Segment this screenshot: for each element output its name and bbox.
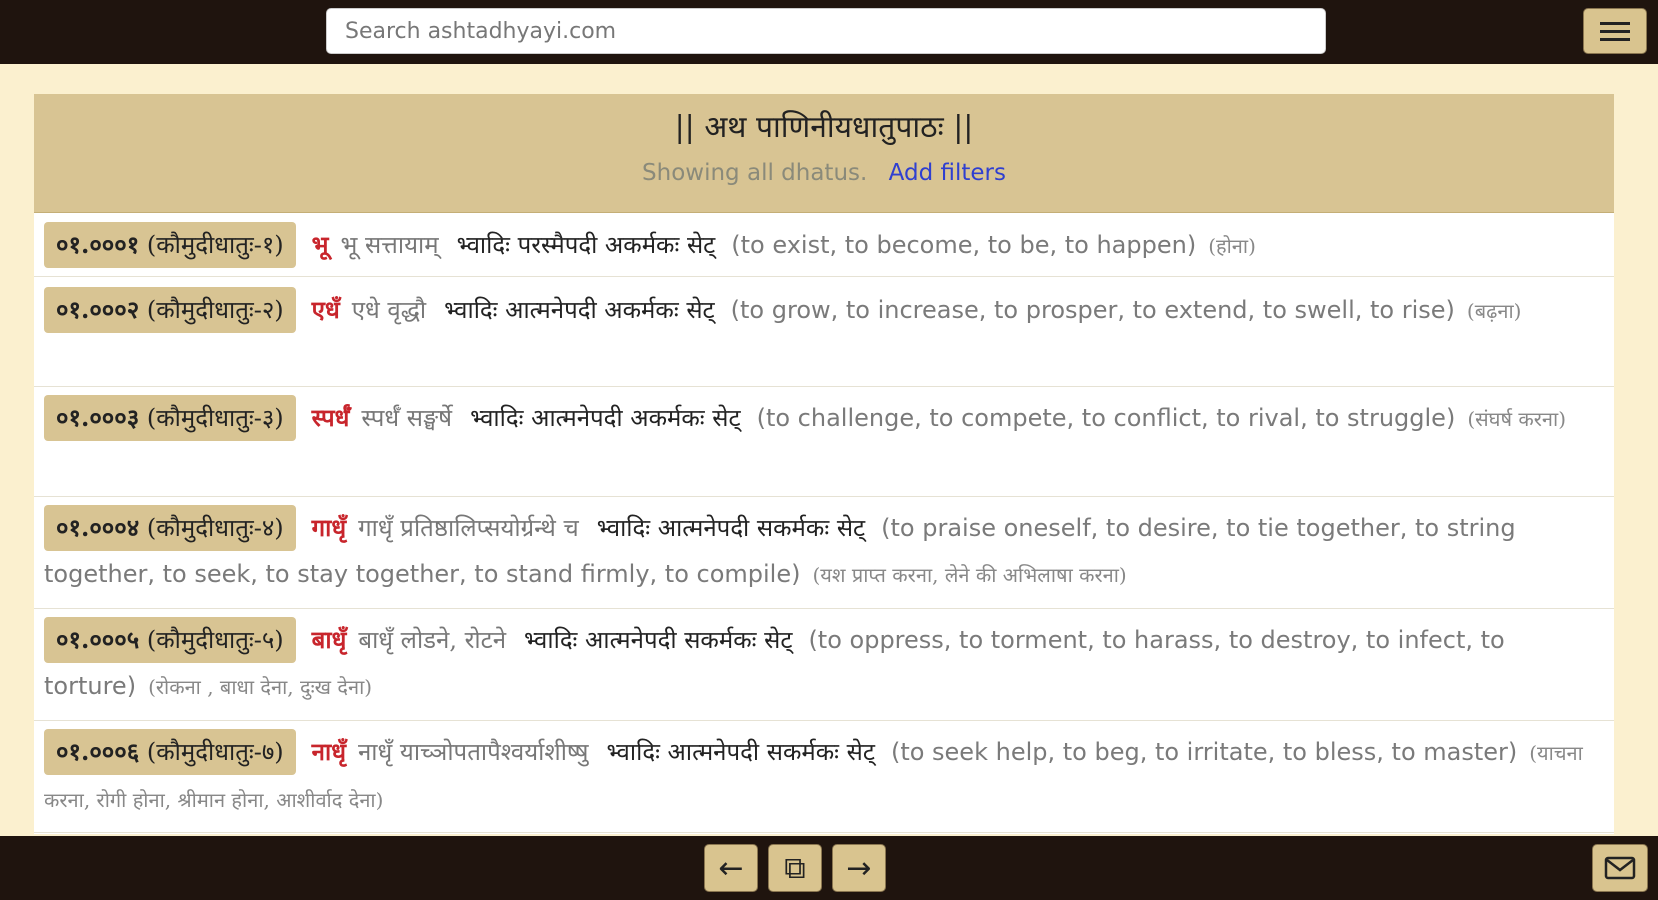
- dhatu-sutra: स्पर्धँ सङ्घर्षे: [361, 404, 453, 432]
- dhatu-code: ०१.०००२: [56, 295, 140, 324]
- status-text: Showing all dhatus.: [642, 160, 868, 186]
- dhatu-id-badge[interactable]: ०१.०००६ (कौमुदीधातुः-७): [44, 729, 296, 775]
- dhatu-code: ०१.०००६: [56, 737, 140, 766]
- add-filters-link[interactable]: Add filters: [889, 160, 1006, 186]
- hindi-meaning: (यश प्राप्त करना, लेने की अभिलाषा करना): [812, 563, 1127, 587]
- hindi-meaning: (रोकना , बाधा देना, दुःख देना): [148, 675, 373, 699]
- dhatu-id-badge[interactable]: ०१.०००५ (कौमुदीधातुः-५): [44, 617, 296, 663]
- dhatu-code: ०१.०००४: [56, 513, 140, 542]
- dhatu-row[interactable]: ०१.०००६ (कौमुदीधातुः-७) नाधृँ नाधृँ याच्ञो…: [34, 721, 1614, 833]
- dhatu-row[interactable]: ०१.०००२ (कौमुदीधातुः-२) एधँ एधे वृद्धौ भ्वा…: [34, 277, 1614, 387]
- menu-button[interactable]: [1583, 8, 1647, 54]
- english-meaning: (to challenge, to compete, to conflict, …: [756, 404, 1456, 432]
- page-title: || अथ पाणिनीयधातुपाठः ||: [674, 110, 974, 145]
- dhatu-root: एधँ: [311, 295, 340, 324]
- dhatu-sutra: एधे वृद्धौ: [351, 296, 427, 324]
- kaumudi-number: (कौमुदीधातुः-५): [146, 626, 284, 654]
- english-meaning: (to grow, to increase, to prosper, to ex…: [730, 296, 1455, 324]
- dhatu-gana: भ्वादिः आत्मनेपदी सकर्मकः सेट्: [606, 738, 875, 766]
- dhatu-id-badge[interactable]: ०१.०००४ (कौमुदीधातुः-४): [44, 505, 296, 551]
- bottom-bar: ← ⧉ →: [0, 836, 1658, 900]
- kaumudi-number: (कौमुदीधातुः-३): [146, 404, 284, 432]
- arrow-right-icon: →: [846, 850, 872, 886]
- dhatu-id-badge[interactable]: ०१.०००२ (कौमुदीधातुः-२): [44, 287, 296, 333]
- english-meaning: (to exist, to become, to be, to happen): [731, 231, 1197, 259]
- dhatu-gana: भ्वादिः आत्मनेपदी सकर्मकः सेट्: [596, 514, 866, 542]
- panel-header: || अथ पाणिनीयधातुपाठः || Showing all dha…: [34, 94, 1614, 213]
- dhatu-sutra: नाधृँ याच्ञोपतापैश्वर्याशीष्षु: [357, 738, 589, 766]
- dhatu-gana: भ्वादिः आत्मनेपदी अकर्मकः सेट्: [444, 296, 715, 324]
- dhatu-sutra: गाधृँ प्रतिष्ठालिप्सयोर्ग्रन्थे च: [358, 514, 579, 542]
- next-button[interactable]: →: [832, 844, 886, 892]
- dhatu-row[interactable]: ०१.०००३ (कौमुदीधातुः-३) स्पर्धँ स्पर्धँ सङ…: [34, 387, 1614, 497]
- dhatu-code: ०१.०००५: [56, 625, 140, 654]
- dhatu-root: स्पर्धँ: [311, 403, 350, 432]
- english-meaning: (to seek help, to beg, to irritate, to b…: [890, 738, 1518, 766]
- dhatu-sutra: बाधृँ लोडने, रोटने: [358, 626, 507, 654]
- search-input[interactable]: [326, 8, 1326, 54]
- top-bar: [0, 0, 1658, 64]
- dhatu-row[interactable]: ०१.०००४ (कौमुदीधातुः-४) गाधृँ गाधृँ प्रतिष…: [34, 497, 1614, 609]
- envelope-icon: [1604, 856, 1636, 880]
- hindi-meaning: (होना): [1208, 234, 1256, 258]
- kaumudi-number: (कौमुदीधातुः-४): [146, 514, 284, 542]
- copy-icon: ⧉: [784, 850, 806, 886]
- kaumudi-number: (कौमुदीधातुः-७): [146, 738, 284, 766]
- dhatu-row[interactable]: ०१.०००५ (कौमुदीधातुः-५) बाधृँ बाधृँ लोडने,…: [34, 609, 1614, 721]
- previous-button[interactable]: ←: [704, 844, 758, 892]
- dhatu-root: नाधृँ: [311, 737, 346, 766]
- arrow-left-icon: ←: [718, 850, 744, 886]
- hindi-meaning: (संघर्ष करना): [1467, 407, 1566, 431]
- dhatu-gana: भ्वादिः परस्मैपदी अकर्मकः सेट्: [456, 231, 716, 259]
- dhatu-id-badge[interactable]: ०१.०००१ (कौमुदीधातुः-१): [44, 222, 296, 268]
- dhatu-root: बाधृँ: [311, 625, 347, 654]
- dhatu-code: ०१.०००१: [56, 230, 140, 259]
- dhatu-gana: भ्वादिः आत्मनेपदी सकर्मकः सेट्: [524, 626, 793, 654]
- dhatu-row[interactable]: ०१.०००१ (कौमुदीधातुः-१) भू भू सत्तायाम् भ्व…: [34, 213, 1614, 277]
- dhatu-id-badge[interactable]: ०१.०००३ (कौमुदीधातुः-३): [44, 395, 296, 441]
- dhatu-gana: भ्वादिः आत्मनेपदी अकर्मकः सेट्: [470, 404, 741, 432]
- dhatu-root: गाधृँ: [311, 513, 347, 542]
- dhatu-list-panel: || अथ पाणिनीयधातुपाठः || Showing all dha…: [34, 94, 1614, 834]
- dhatu-sutra: भू सत्तायाम्: [340, 231, 439, 259]
- filter-status: Showing all dhatus. Add filters: [34, 158, 1614, 188]
- kaumudi-number: (कौमुदीधातुः-१): [146, 231, 284, 259]
- kaumudi-number: (कौमुदीधातुः-२): [146, 296, 284, 324]
- dhatu-root: भू: [311, 230, 329, 259]
- dhatu-code: ०१.०००३: [56, 403, 140, 432]
- hindi-meaning: (बढ़ना): [1466, 299, 1522, 323]
- mail-button[interactable]: [1592, 844, 1648, 892]
- copy-button[interactable]: ⧉: [768, 844, 822, 892]
- hamburger-menu-icon: [1600, 17, 1630, 46]
